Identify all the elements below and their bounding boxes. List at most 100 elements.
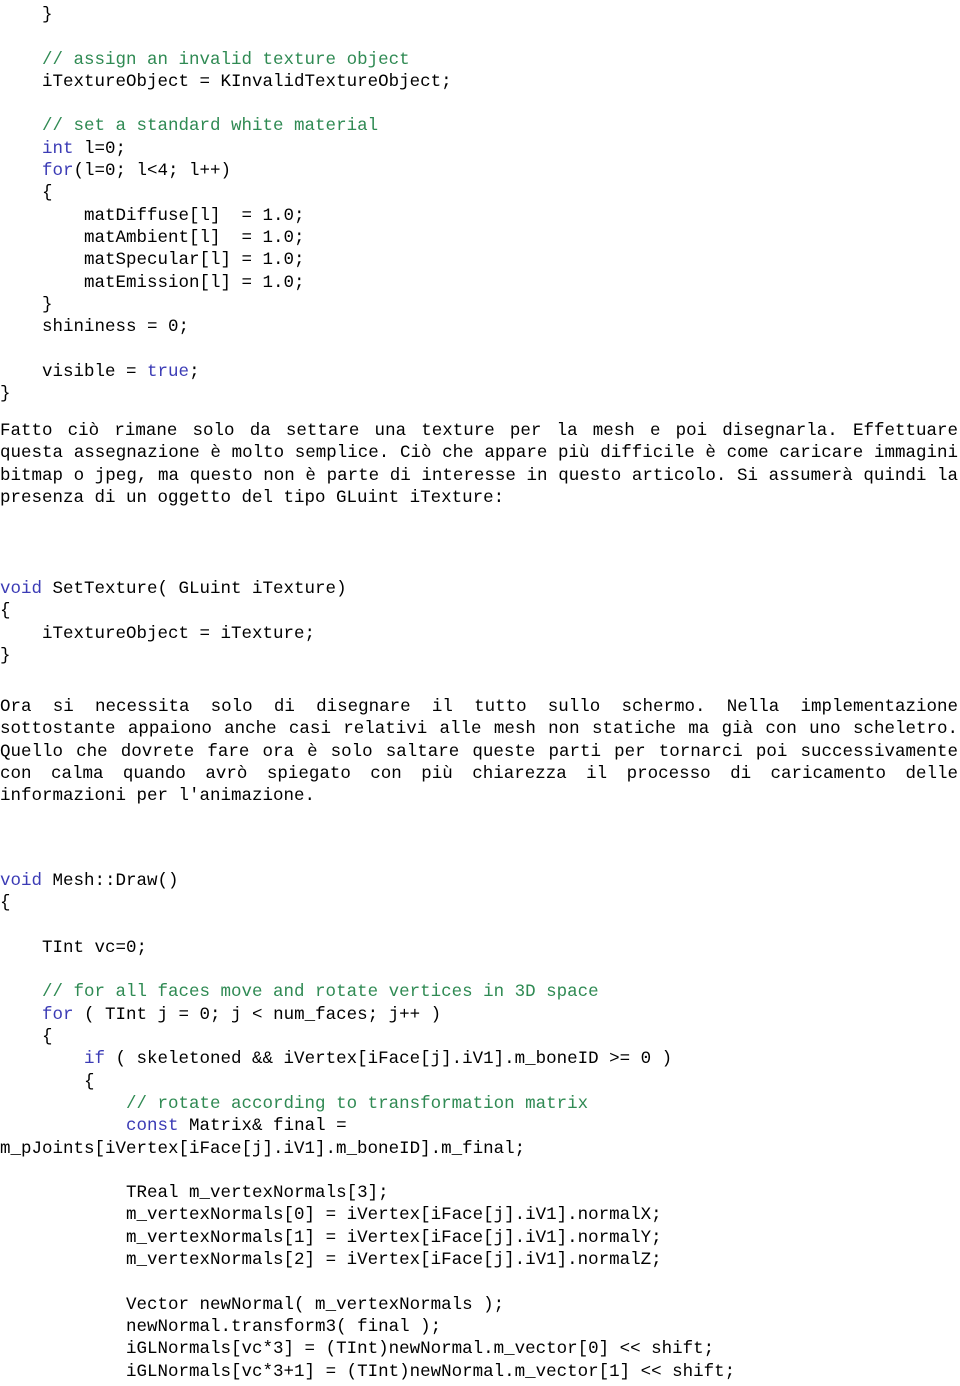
- code-line: m_vertexNormals[1] = iVertex[iFace[j].iV…: [0, 1227, 960, 1249]
- code-token-keyword: for: [42, 1004, 74, 1025]
- code-line: {: [0, 1071, 960, 1093]
- code-token-comment: // assign an invalid texture object: [42, 49, 410, 70]
- code-line: const Matrix& final =: [0, 1115, 960, 1137]
- code-token-plain: ( skeletoned && iVertex[iFace[j].iV1].m_…: [105, 1049, 673, 1070]
- code-token-plain: TInt vc=0;: [42, 937, 148, 958]
- code-line: {: [0, 892, 960, 914]
- code-line: // for all faces move and rotate vertice…: [0, 981, 960, 1003]
- code-line: Vector newNormal( m_vertexNormals );: [0, 1294, 960, 1316]
- code-token-plain: m_vertexNormals[0] = iVertex[iFace[j].iV…: [126, 1205, 662, 1226]
- code-line: TInt vc=0;: [0, 937, 960, 959]
- code-token-comment: // for all faces move and rotate vertice…: [42, 982, 599, 1003]
- code-line: }: [0, 645, 960, 667]
- code-line: {: [0, 182, 960, 204]
- code-token-plain: }: [42, 5, 53, 25]
- code-token-keyword: void: [0, 871, 43, 891]
- code-line: matAmbient[l] = 1.0;: [0, 227, 960, 249]
- code-token-keyword: if: [84, 1049, 106, 1070]
- code-token-plain: iGLNormals[vc*3+1] = (TInt)newNormal.m_v…: [126, 1361, 736, 1382]
- code-token-plain: TReal m_vertexNormals[3];: [126, 1183, 389, 1204]
- code-token-plain: }: [42, 294, 53, 315]
- code-token-keyword: for: [42, 161, 74, 182]
- code-token-comment: // set a standard white material: [42, 116, 379, 137]
- code-line: // set a standard white material: [0, 115, 960, 137]
- code-line: matEmission[l] = 1.0;: [0, 272, 960, 294]
- code-block-mesh-draw: void Mesh::Draw(){ TInt vc=0; // for all…: [0, 870, 960, 1383]
- paragraph-texture-intro: Fatto ciò rimane solo da settare una tex…: [0, 421, 958, 508]
- code-token-plain: visible =: [42, 361, 148, 382]
- code-line: }: [0, 383, 960, 405]
- code-line: iGLNormals[vc*3+1] = (TInt)newNormal.m_v…: [0, 1361, 960, 1383]
- code-token-plain: {: [0, 893, 11, 914]
- code-token-plain: {: [84, 1071, 95, 1092]
- code-token-plain: m_vertexNormals[2] = iVertex[iFace[j].iV…: [126, 1250, 662, 1271]
- code-line: }: [0, 294, 960, 316]
- code-token-plain: matEmission[l] = 1.0;: [84, 272, 305, 293]
- code-line: matDiffuse[l] = 1.0;: [0, 205, 960, 227]
- code-token-plain: matSpecular[l] = 1.0;: [84, 250, 305, 271]
- code-token-plain: matDiffuse[l] = 1.0;: [84, 205, 305, 226]
- code-block-mesh-constructor-tail: } // assign an invalid texture object iT…: [0, 4, 960, 405]
- code-line: TReal m_vertexNormals[3];: [0, 1182, 960, 1204]
- code-token-plain: {: [42, 183, 53, 204]
- code-line: shininess = 0;: [0, 316, 960, 338]
- code-token-plain: iGLNormals[vc*3] = (TInt)newNormal.m_vec…: [126, 1339, 715, 1360]
- code-line: visible = true;: [0, 361, 960, 383]
- code-token-plain: newNormal.transform3( final );: [126, 1316, 442, 1337]
- code-token-plain: SetTexture( GLuint iTexture): [42, 579, 347, 599]
- code-line: iTextureObject = iTexture;: [0, 623, 960, 645]
- code-line: matSpecular[l] = 1.0;: [0, 249, 960, 271]
- code-line: m_vertexNormals[0] = iVertex[iFace[j].iV…: [0, 1204, 960, 1226]
- code-token-plain: Mesh::Draw(): [42, 871, 179, 891]
- code-token-plain: ;: [189, 361, 200, 382]
- code-line: }: [0, 4, 960, 26]
- code-line: iGLNormals[vc*3] = (TInt)newNormal.m_vec…: [0, 1338, 960, 1360]
- code-token-keyword: const: [126, 1116, 179, 1137]
- code-token-plain: m_vertexNormals[1] = iVertex[iFace[j].iV…: [126, 1227, 662, 1248]
- code-token-plain: iTextureObject = KInvalidTextureObject;: [42, 71, 452, 92]
- code-token-plain: {: [0, 601, 11, 622]
- code-line: for(l=0; l<4; l++): [0, 160, 960, 182]
- code-token-plain: }: [0, 645, 11, 666]
- code-token-plain: iTextureObject = iTexture;: [42, 623, 316, 644]
- code-line: for ( TInt j = 0; j < num_faces; j++ ): [0, 1004, 960, 1026]
- code-token-comment: // rotate according to transformation ma…: [126, 1093, 589, 1114]
- code-line: void Mesh::Draw(): [0, 870, 960, 892]
- code-line: if ( skeletoned && iVertex[iFace[j].iV1]…: [0, 1048, 960, 1070]
- paragraph-draw-intro: Ora si necessita solo di disegnare il tu…: [0, 697, 958, 807]
- code-token-plain: Vector newNormal( m_vertexNormals );: [126, 1294, 505, 1315]
- document-page: } // assign an invalid texture object iT…: [0, 0, 960, 1386]
- code-token-plain: shininess = 0;: [42, 317, 190, 338]
